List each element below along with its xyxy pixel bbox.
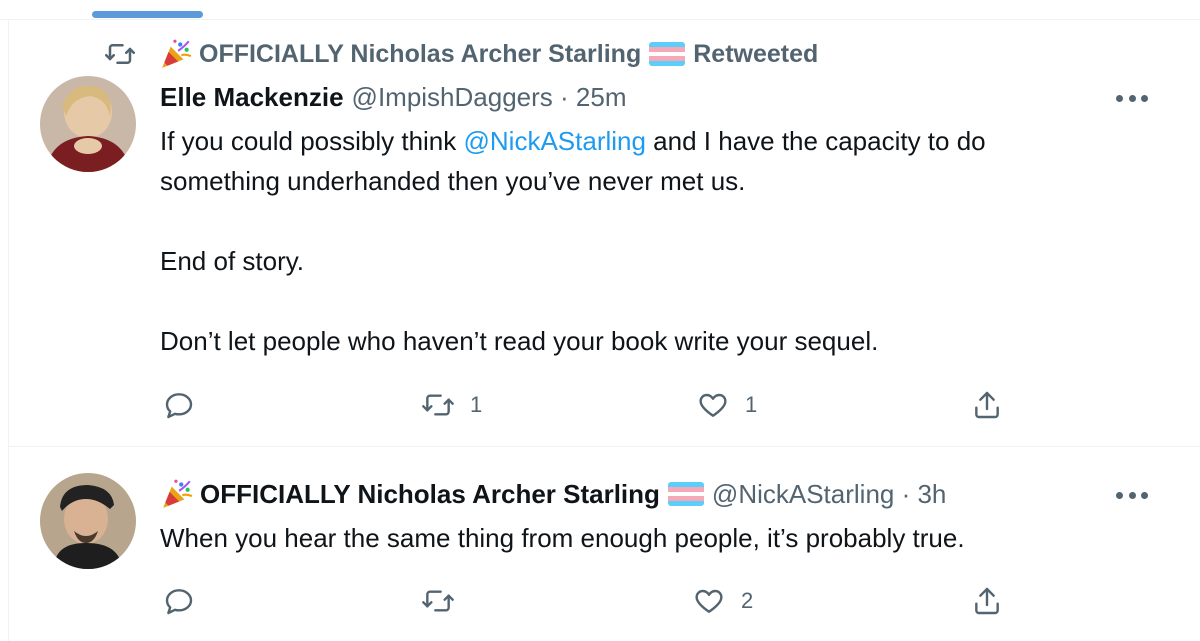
tweet-header: OFFICIALLY Nicholas Archer Starling @Nic… [160, 474, 946, 514]
share-icon [975, 391, 999, 419]
mention-link[interactable]: @NickAStarling [464, 126, 646, 156]
timeline-left-border [8, 19, 9, 641]
retweet-icon [105, 44, 135, 64]
reply-icon [165, 393, 193, 419]
heart-icon [699, 393, 727, 417]
party-popper-icon [162, 39, 192, 68]
like-button[interactable]: 1 [697, 385, 757, 425]
retweet-header: OFFICIALLY Nicholas Archer Starling Retw… [105, 34, 818, 74]
share-button[interactable] [971, 581, 1003, 621]
author-name[interactable]: OFFICIALLY Nicholas Archer Starling [200, 479, 660, 510]
avatar[interactable] [40, 473, 136, 569]
top-divider [0, 19, 1200, 20]
transgender-flag-icon [649, 42, 686, 66]
avatar[interactable] [40, 76, 136, 172]
retweeter-name[interactable]: OFFICIALLY Nicholas Archer Starling [199, 40, 641, 69]
more-icon[interactable] [1116, 93, 1148, 103]
avatar-photo [40, 76, 136, 172]
transgender-flag-icon [667, 482, 704, 506]
retweet-icon [422, 394, 454, 416]
like-count: 1 [745, 392, 758, 417]
tab-active-indicator [92, 11, 203, 18]
author-handle-time[interactable]: @NickAStarling · 3h [712, 479, 946, 510]
like-count: 2 [741, 588, 754, 613]
more-icon[interactable] [1116, 490, 1148, 500]
reply-button[interactable] [163, 581, 195, 621]
tweet-text-part: and I have the capacity to do something … [160, 126, 986, 356]
tweet-text: If you could possibly think @NickAStarli… [160, 121, 1160, 361]
retweet-icon [422, 590, 454, 612]
party-popper-icon [163, 479, 193, 508]
share-icon [975, 587, 999, 615]
tweet-text-part: If you could possibly think [160, 126, 464, 156]
author-handle-time[interactable]: @ImpishDaggers · 25m [352, 82, 627, 113]
tweet-header: Elle Mackenzie @ImpishDaggers · 25m [160, 77, 626, 117]
retweet-button[interactable]: 1 [422, 385, 482, 425]
tweet-divider [8, 446, 1200, 447]
reply-icon [165, 589, 193, 615]
retweeted-label: Retweeted [693, 39, 819, 68]
reply-button[interactable] [163, 385, 195, 425]
tweet-text: When you hear the same thing from enough… [160, 523, 965, 553]
share-button[interactable] [971, 385, 1003, 425]
like-button[interactable]: 2 [693, 581, 753, 621]
author-name[interactable]: Elle Mackenzie [160, 82, 344, 113]
heart-icon [695, 589, 723, 613]
retweet-button[interactable] [422, 581, 470, 621]
retweet-count: 1 [470, 392, 483, 417]
avatar-photo [40, 473, 136, 569]
